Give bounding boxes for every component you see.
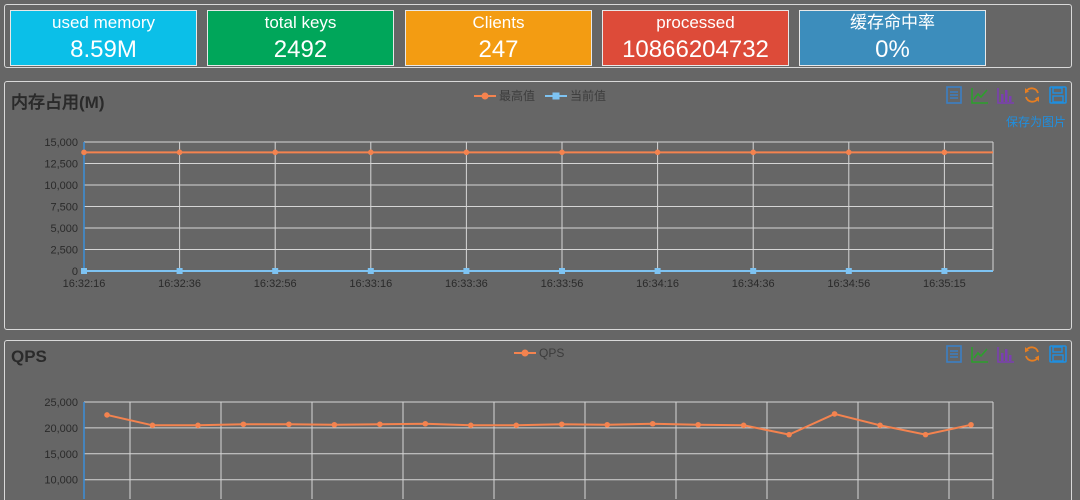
stat-label: total keys: [264, 13, 337, 32]
data-point: [604, 421, 611, 428]
data-point: [750, 268, 757, 274]
data-point: [695, 421, 701, 428]
qps-panel: QPS QPS 10,000 15,000 20,000 25,000: [4, 340, 1072, 500]
data-point: [941, 268, 948, 274]
data-point: [740, 422, 747, 429]
qps-chart: 10,000 15,000 20,000 25,000: [44, 397, 994, 499]
y-tick-label: 15,000: [44, 137, 78, 149]
x-tick-label: 16:32:36: [158, 278, 201, 290]
stat-label: Clients: [472, 13, 525, 32]
data-point: [941, 149, 948, 156]
data-point: [654, 268, 661, 274]
x-tick-label: 16:34:56: [827, 278, 870, 290]
data-point: [272, 268, 279, 274]
data-point: [463, 149, 470, 156]
x-tick-label: 16:34:16: [636, 278, 679, 290]
stat-card-total-keys: total keys 2492: [207, 10, 394, 66]
data-point: [845, 268, 852, 274]
data-point: [968, 421, 974, 428]
y-tick-label: 10,000: [44, 475, 78, 487]
stat-value: 10866204732: [622, 36, 769, 63]
data-point: [149, 422, 156, 429]
data-point: [786, 431, 792, 438]
data-point: [513, 422, 520, 429]
y-tick-label: 2,500: [50, 245, 78, 257]
data-point: [240, 421, 247, 428]
data-point: [331, 421, 338, 428]
data-point: [176, 149, 183, 156]
series-line: [106, 412, 972, 436]
data-point: [922, 431, 929, 438]
data-point: [558, 421, 565, 428]
data-point: [467, 422, 474, 429]
x-tick-label: 16:33:36: [445, 278, 488, 290]
stat-card-processed: processed 10866204732: [602, 10, 789, 66]
y-tick-label: 0: [72, 266, 78, 278]
data-point: [176, 268, 183, 274]
y-tick-label: 12,500: [44, 159, 78, 171]
data-point: [81, 268, 87, 274]
data-point: [649, 420, 656, 427]
data-point: [195, 422, 201, 429]
data-point: [877, 422, 883, 429]
x-tick-label: 16:32:56: [254, 278, 297, 290]
data-point: [422, 420, 429, 427]
memory-panel: 内存占用(M) 最高值 当前值 保存为图片 0 2,500 5,000 7,500 10…: [4, 81, 1072, 330]
y-tick-label: 25,000: [44, 397, 78, 409]
x-tick-label: 16:34:36: [732, 278, 775, 290]
stat-value: 0%: [875, 36, 910, 63]
y-tick-label: 10,000: [44, 180, 78, 192]
data-point: [367, 268, 374, 274]
y-tick-label: 15,000: [44, 449, 78, 461]
data-point: [104, 412, 110, 418]
x-tick-label: 16:35:15: [923, 278, 966, 290]
stats-bar: used memory 8.59M total keys 2492 Client…: [4, 4, 1072, 68]
stat-value: 8.59M: [70, 36, 137, 63]
stat-card-hit-rate: 缓存命中率 0%: [799, 10, 986, 66]
data-point: [831, 411, 838, 417]
y-tick-label: 7,500: [50, 202, 78, 214]
memory-chart: 0 2,500 5,000 7,500 10,000 12,500 15,000 16:32:…: [44, 137, 994, 290]
x-tick-label: 16:33:56: [541, 278, 584, 290]
x-tick-label: 16:32:16: [63, 278, 106, 290]
x-tick-label: 16:33:16: [349, 278, 392, 290]
data-point: [81, 149, 87, 156]
y-tick-label: 5,000: [50, 223, 78, 235]
data-point: [272, 149, 279, 156]
stat-card-used-memory: used memory 8.59M: [10, 10, 197, 66]
y-tick-label: 20,000: [44, 423, 78, 435]
data-point: [377, 421, 383, 428]
data-point: [463, 268, 470, 274]
stat-label: used memory: [52, 13, 155, 32]
data-point: [286, 421, 292, 428]
data-point: [368, 149, 374, 156]
data-point: [654, 149, 661, 156]
data-point: [559, 149, 565, 156]
stat-value: 247: [478, 36, 519, 63]
stat-card-clients: Clients 247: [405, 10, 592, 66]
stat-value: 2492: [273, 36, 328, 63]
stat-label: 缓存命中率: [850, 13, 935, 32]
data-point: [559, 268, 565, 274]
stat-label: processed: [656, 13, 735, 32]
data-point: [846, 149, 852, 156]
data-point: [750, 149, 756, 156]
